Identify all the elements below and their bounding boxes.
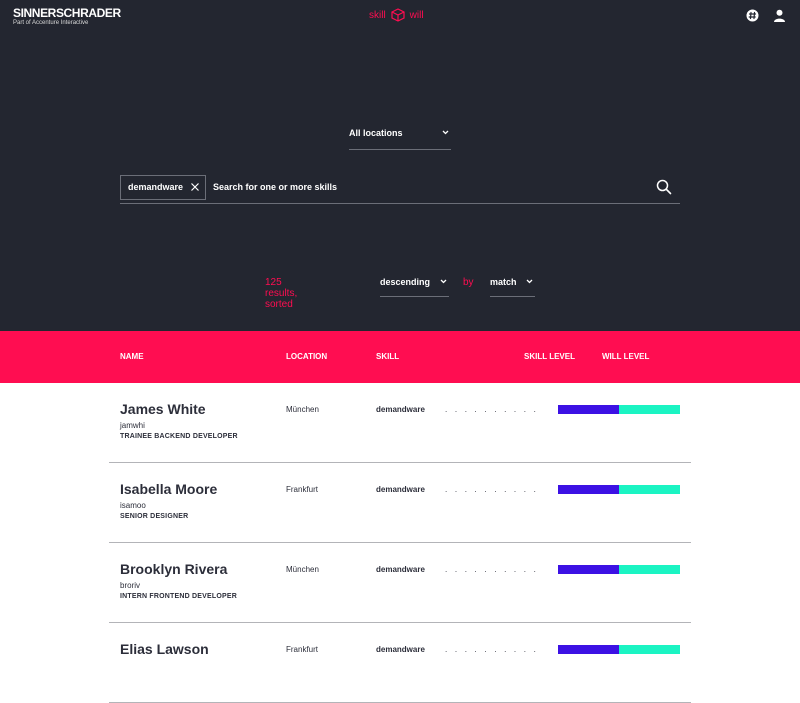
search-bar: demandware [120,175,680,204]
app-logo-skill: skill [369,9,386,21]
will-level-bar [619,405,680,414]
skill-level-bar [558,565,619,574]
table-row[interactable]: Brooklyn Rivera broriv INTERN FRONTEND D… [109,543,691,623]
location-select[interactable]: All locations [349,126,451,150]
level-bar [558,485,680,494]
sort-direction-select[interactable]: descending [380,276,449,297]
skill-level-bar [558,405,619,414]
level-dots: . . . . . . . . . . [445,565,539,574]
person-name: Brooklyn Rivera [120,561,228,577]
skill-tag-label: demandware [128,182,184,192]
brand-name: SINNERSCHRADER [13,6,121,20]
person-handle: broriv [120,581,141,590]
sort-by-label: by [463,277,474,288]
skill-name: demandware [376,645,425,654]
results-count: 125 results, sorted [265,277,298,310]
sort-key-select[interactable]: match [490,276,535,297]
column-header-skill[interactable]: SKILL [376,352,399,361]
column-header-name[interactable]: NAME [120,352,144,361]
will-level-bar [619,645,680,654]
app-logo-will: will [409,9,424,21]
skill-name: demandware [376,405,425,414]
table-row[interactable]: James White jamwhi TRAINEE BACKEND DEVEL… [109,383,691,463]
chevron-down-icon [440,279,447,284]
level-bar [558,405,680,414]
skill-level-bar [558,645,619,654]
chevron-down-icon [526,279,533,284]
results-list: James White jamwhi TRAINEE BACKEND DEVEL… [0,383,800,703]
app-logo[interactable]: skill will [369,8,424,22]
skill-tag[interactable]: demandware [120,175,206,200]
user-icon[interactable] [773,9,786,22]
search-icon[interactable] [656,179,672,195]
column-header-location[interactable]: LOCATION [286,352,327,361]
sort-key-value: match [490,277,517,287]
search-input[interactable] [213,179,633,195]
person-handle: jamwhi [120,421,145,430]
location-select-value: All locations [349,128,403,138]
table-header: NAME LOCATION SKILL SKILL LEVEL WILL LEV… [0,331,800,383]
slack-icon[interactable] [746,9,759,22]
person-location: Frankfurt [286,645,319,654]
column-header-skill-level[interactable]: SKILL LEVEL [524,352,575,361]
table-row[interactable]: Elias Lawson Frankfurt demandware . . . … [109,623,691,703]
person-location: München [286,405,319,414]
person-handle: isamoo [120,501,146,510]
skill-level-bar [558,485,619,494]
will-level-bar [619,485,680,494]
level-bar [558,645,680,654]
level-dots: . . . . . . . . . . [445,485,539,494]
will-level-bar [619,565,680,574]
person-name: Elias Lawson [120,641,209,657]
brand-subtitle: Part of Accenture Interactive [13,20,89,26]
person-location: Frankfurt [286,485,319,494]
level-dots: . . . . . . . . . . [445,645,539,654]
table-row[interactable]: Isabella Moore isamoo SENIOR DESIGNER Fr… [109,463,691,543]
hero-section: SINNERSCHRADER Part of Accenture Interac… [0,0,800,331]
chevron-down-icon [442,130,449,135]
person-title: TRAINEE BACKEND DEVELOPER [120,433,238,440]
person-location: München [286,565,319,574]
cube-icon [391,8,405,22]
top-icons [746,9,786,22]
person-title: SENIOR DESIGNER [120,513,189,520]
person-title: INTERN FRONTEND DEVELOPER [120,593,238,600]
person-name: James White [120,401,206,417]
level-dots: . . . . . . . . . . [445,405,539,414]
brand-logo[interactable]: SINNERSCHRADER Part of Accenture Interac… [13,6,121,27]
person-name: Isabella Moore [120,481,218,497]
column-header-will-level[interactable]: WILL LEVEL [602,352,649,361]
skill-name: demandware [376,565,425,574]
skill-name: demandware [376,485,425,494]
level-bar [558,565,680,574]
close-icon[interactable] [190,182,200,192]
sort-direction-value: descending [380,277,431,287]
